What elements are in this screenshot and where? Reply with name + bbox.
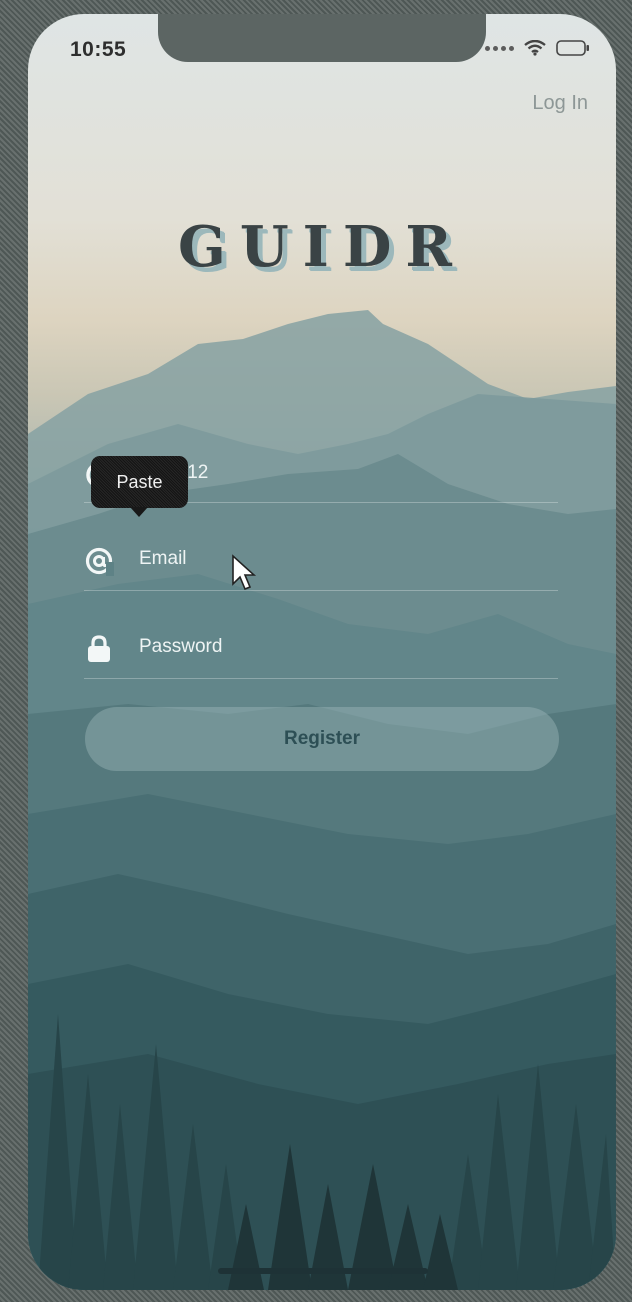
email-field[interactable]: Email — [84, 532, 558, 591]
phone-screen: 10:55 Log In GUIDR Email Password Regist… — [28, 14, 616, 1290]
password-placeholder: Password — [139, 636, 223, 657]
battery-icon — [556, 40, 590, 56]
paste-menu-tail — [130, 507, 148, 517]
app-logo: GUIDR — [178, 214, 466, 280]
home-indicator — [218, 1268, 428, 1274]
cellular-signal-icon — [485, 45, 514, 51]
lock-icon — [88, 635, 110, 662]
wifi-icon — [524, 40, 546, 56]
status-icons — [485, 40, 590, 56]
email-placeholder: Email — [139, 548, 187, 569]
device-frame: 10:55 Log In GUIDR Email Password Regist… — [0, 0, 632, 1302]
device-notch — [158, 14, 486, 62]
mouse-cursor-icon — [232, 554, 257, 591]
login-link[interactable]: Log In — [532, 92, 588, 115]
paste-menu-item[interactable]: Paste — [91, 456, 188, 508]
status-time: 10:55 — [70, 38, 127, 61]
password-field[interactable]: Password — [84, 620, 558, 679]
register-button[interactable]: Register — [85, 707, 559, 771]
at-sign-icon — [85, 547, 114, 576]
